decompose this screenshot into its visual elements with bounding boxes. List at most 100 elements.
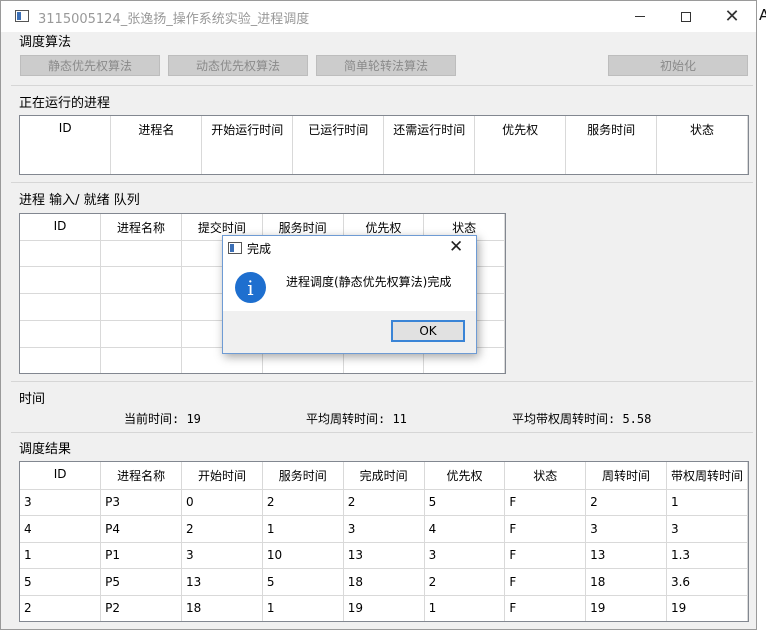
maximize-icon: [681, 11, 691, 22]
avg-turnaround-time: 平均周转时间: 11: [306, 412, 407, 426]
table-cell: 3: [424, 542, 506, 569]
table-cell: P2: [100, 595, 183, 621]
table-cell: 10: [262, 542, 344, 569]
table-cell: 2: [20, 595, 102, 621]
col-header[interactable]: 状态: [656, 116, 748, 174]
queue-label: 进程 输入/ 就绪 队列: [19, 193, 140, 208]
app-icon: [15, 10, 29, 22]
close-icon: ✕: [449, 237, 464, 257]
col-header[interactable]: 进程名称: [100, 462, 183, 490]
init-button[interactable]: 初始化: [608, 55, 748, 76]
table-cell: 2: [181, 515, 263, 543]
table-cell: 3: [20, 489, 102, 516]
separator: [11, 85, 753, 86]
ok-button[interactable]: OK: [391, 320, 465, 342]
table-cell: F: [504, 595, 587, 621]
table-cell: 1: [262, 515, 344, 543]
table-row[interactable]: 2 P2 18 1 19 1 F 19 19: [20, 595, 748, 621]
table-cell: P3: [100, 489, 183, 516]
col-header[interactable]: 优先权: [474, 116, 567, 174]
table-cell: 19: [585, 595, 667, 621]
table-row[interactable]: 3 P3 0 2 2 5 F 2 1: [20, 489, 748, 516]
table-row[interactable]: 1 P1 3 10 13 3 F 13 1.3: [20, 542, 748, 569]
table-cell: 2: [343, 489, 425, 516]
table-cell: 0: [181, 489, 263, 516]
time-label: 时间: [19, 392, 46, 407]
info-icon: i: [235, 272, 266, 303]
col-header[interactable]: 进程名称: [100, 214, 182, 241]
col-header[interactable]: 优先权: [424, 462, 506, 490]
table-cell: 2: [262, 489, 344, 516]
dynamic-priority-button[interactable]: 动态优先权算法: [168, 55, 308, 76]
table-cell: P4: [100, 515, 183, 543]
result-label: 调度结果: [19, 442, 72, 457]
col-header[interactable]: 还需运行时间: [383, 116, 476, 174]
table-cell: 13: [181, 568, 263, 596]
table-cell: P1: [100, 542, 183, 569]
table-cell: 1: [666, 489, 748, 516]
static-priority-button[interactable]: 静态优先权算法: [20, 55, 160, 76]
col-header[interactable]: 服务时间: [565, 116, 658, 174]
schedule-algo-label: 调度算法: [19, 35, 72, 50]
table-cell: 5: [424, 489, 506, 516]
minimize-icon: [635, 16, 645, 17]
window-title: 3115005124_张逸扬_操作系统实验_进程调度: [38, 12, 310, 27]
table-cell: 5: [262, 568, 344, 596]
completion-dialog: 完成 ✕ i 进程调度(静态优先权算法)完成 OK: [222, 235, 477, 354]
table-cell: 19: [343, 595, 425, 621]
table-cell: 4: [424, 515, 506, 543]
running-table[interactable]: ID 进程名 开始运行时间 已运行时间 还需运行时间 优先权 服务时间 状态: [19, 115, 749, 175]
close-icon: ✕: [724, 6, 740, 27]
table-cell: 4: [20, 515, 102, 543]
table-cell: F: [504, 515, 587, 543]
col-header[interactable]: ID: [20, 214, 102, 241]
table-cell: 3: [343, 515, 425, 543]
table-cell: 1: [424, 595, 506, 621]
col-header[interactable]: 服务时间: [262, 462, 344, 490]
result-table[interactable]: ID 进程名称 开始时间 服务时间 完成时间 优先权 状态 周转时间 带权周转时…: [19, 461, 749, 622]
table-cell: 18: [585, 568, 667, 596]
table-cell: 3: [181, 542, 263, 569]
table-row[interactable]: 5 P5 13 5 18 2 F 18 3.6: [20, 568, 748, 596]
table-cell: 2: [424, 568, 506, 596]
table-cell: 2: [585, 489, 667, 516]
main-window: 3115005124_张逸扬_操作系统实验_进程调度 ✕ 调度算法 静态优先权算…: [0, 0, 757, 630]
col-header[interactable]: 带权周转时间: [666, 462, 748, 490]
background-text: A: [759, 6, 766, 24]
separator: [11, 381, 753, 382]
table-cell: 3.6: [666, 568, 748, 596]
col-header[interactable]: ID: [20, 116, 112, 174]
minimize-button[interactable]: [617, 1, 663, 32]
close-button[interactable]: ✕: [709, 1, 755, 32]
table-cell: 13: [343, 542, 425, 569]
round-robin-button[interactable]: 简单轮转法算法: [316, 55, 456, 76]
dialog-title-bar: 完成 ✕: [223, 236, 476, 261]
maximize-button[interactable]: [663, 1, 709, 32]
col-header[interactable]: 已运行时间: [292, 116, 385, 174]
running-label: 正在运行的进程: [19, 96, 111, 111]
dialog-title: 完成: [247, 242, 272, 256]
table-cell: 18: [181, 595, 263, 621]
table-cell: F: [504, 542, 587, 569]
col-header[interactable]: 进程名: [110, 116, 203, 174]
separator: [11, 182, 753, 183]
table-cell: 1: [262, 595, 344, 621]
col-header[interactable]: 完成时间: [343, 462, 425, 490]
table-cell: 3: [666, 515, 748, 543]
dialog-message: 进程调度(静态优先权算法)完成: [286, 275, 452, 289]
dialog-body: i 进程调度(静态优先权算法)完成: [223, 261, 476, 311]
dialog-close-button[interactable]: ✕: [449, 237, 463, 257]
col-header[interactable]: 状态: [504, 462, 587, 490]
separator: [11, 432, 753, 433]
table-cell: F: [504, 489, 587, 516]
col-header[interactable]: 开始运行时间: [201, 116, 294, 174]
table-cell: F: [504, 568, 587, 596]
col-header[interactable]: ID: [20, 462, 102, 490]
col-header[interactable]: 周转时间: [585, 462, 667, 490]
table-cell: 18: [343, 568, 425, 596]
table-cell: 5: [20, 568, 102, 596]
table-row[interactable]: 4 P4 2 1 3 4 F 3 3: [20, 515, 748, 543]
col-header[interactable]: 开始时间: [181, 462, 263, 490]
table-cell: 19: [666, 595, 748, 621]
table-cell: 13: [585, 542, 667, 569]
